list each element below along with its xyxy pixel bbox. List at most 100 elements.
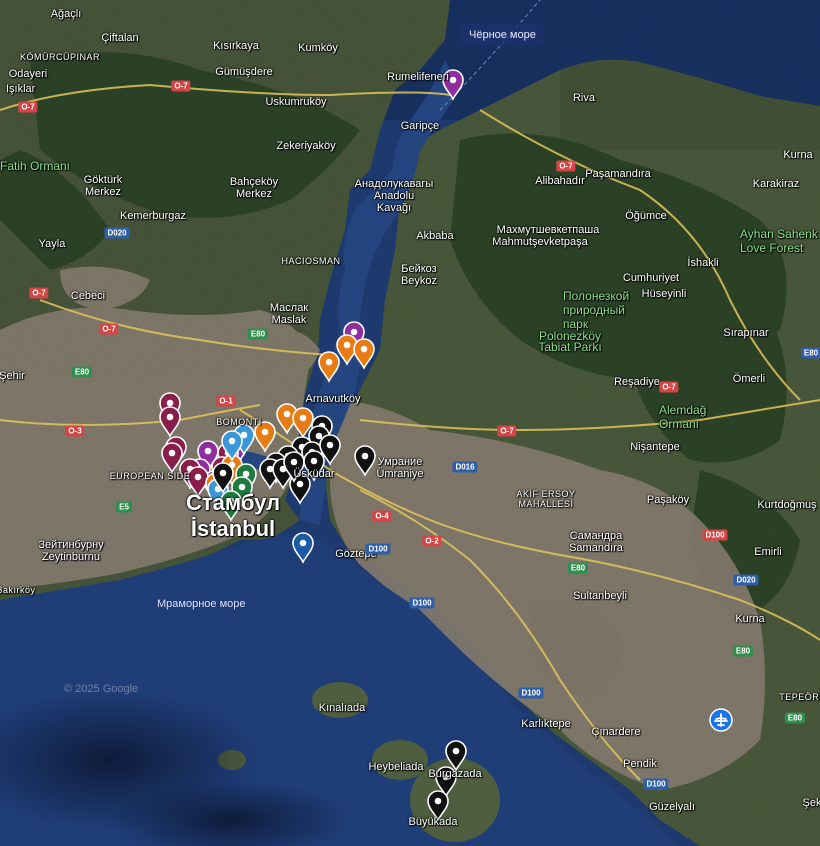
place-label: Ömerli <box>732 373 766 385</box>
place-label: Kavağı <box>376 202 412 214</box>
place-label: Маслак <box>269 302 309 314</box>
road-shield: D100 <box>409 597 435 609</box>
place-label: Beykoz <box>400 275 438 287</box>
place-label: Maslak <box>271 314 307 326</box>
place-label: Heybeliada <box>368 761 424 773</box>
place-label: Ağaçlı <box>50 8 82 20</box>
place-label: Merkez <box>84 186 122 198</box>
road-shield: O-4 <box>372 510 392 522</box>
place-label: Güzelyalı <box>649 801 695 813</box>
place-label: Alemdağ <box>659 403 707 417</box>
place-label: Fatih Ormanı <box>0 159 71 173</box>
place-label: Riva <box>572 92 596 104</box>
place-label: BOMONTİ <box>216 417 262 427</box>
place-label: Kurna <box>783 149 813 161</box>
place-label: Nişantepe <box>630 441 680 453</box>
place-label: Burgazada <box>428 768 482 780</box>
airplane-icon[interactable] <box>709 708 733 732</box>
place-label: Şehir <box>0 370 25 382</box>
road-shield: D016 <box>452 461 478 473</box>
road-shield: E5 <box>116 501 132 513</box>
place-label: Махмутшевкетпаша <box>496 224 600 236</box>
road-shield: O-7 <box>659 381 679 393</box>
place-label: Çiftalan <box>101 32 139 44</box>
road-shield: E80 <box>732 645 754 657</box>
place-label: Sırapınar <box>723 327 769 339</box>
city-label-tr: İstanbul <box>190 516 276 541</box>
place-label: İshakli <box>687 257 719 269</box>
place-label: Kısırkaya <box>213 40 259 52</box>
place-label: Gümüşdere <box>215 66 273 78</box>
city-label-ru: Стамбул <box>185 490 281 515</box>
road-shield: E80 <box>71 366 93 378</box>
place-label: Samandıra <box>569 542 623 554</box>
road-shield: E80 <box>567 562 589 574</box>
place-label: Merkez <box>235 188 273 200</box>
place-label: Şek <box>802 797 820 809</box>
road-shield: O-2 <box>422 535 442 547</box>
road-shield: D100 <box>365 543 391 555</box>
place-label: Paşamandıra <box>585 168 651 180</box>
place-label: Kınalıada <box>318 702 366 714</box>
place-label: HACIOSMAN <box>281 256 341 266</box>
place-label: Самандра <box>569 530 623 542</box>
place-label: Ümraniye <box>376 468 424 480</box>
place-label: Бейкоз <box>401 263 437 275</box>
road-shield: O-7 <box>29 287 49 299</box>
place-label: Mahmutşevketpaşa <box>492 236 588 248</box>
road-shield: D020 <box>104 227 130 239</box>
place-label: Зейтинбурну <box>38 539 104 551</box>
place-label: Alibahadır <box>535 175 585 187</box>
place-label: Üsküdar <box>293 468 335 480</box>
place-label: Uskumruköy <box>265 96 327 108</box>
place-label: Love Forest <box>740 241 804 255</box>
place-label: Öğümce <box>625 210 667 222</box>
place-label: Kurna <box>735 613 765 625</box>
place-label: AKİF ERSOY <box>516 489 576 499</box>
place-label: Akbaba <box>416 230 454 242</box>
black-sea-label: Чёрное море <box>462 24 543 46</box>
place-label: природный <box>563 303 625 317</box>
place-label: Умрание <box>377 456 423 468</box>
place-label: Paşaköy <box>646 494 690 506</box>
place-label: Reşadiye <box>614 376 660 388</box>
place-label: Cumhuriyet <box>622 272 680 284</box>
road-shield: D100 <box>702 529 728 541</box>
place-label: Hüseyinli <box>641 288 687 300</box>
place-label: Анадолукавагы <box>354 178 434 190</box>
road-shield: E80 <box>247 328 269 340</box>
place-label: Rumelifeneri <box>387 71 449 83</box>
place-label: Kemerburgaz <box>119 210 187 222</box>
place-label: Tabiat Parkı <box>538 340 602 354</box>
place-label: Çınardere <box>591 726 641 738</box>
place-label: Ayhan Sahenk <box>740 227 818 241</box>
road-shield: D020 <box>733 574 759 586</box>
place-label: Anadolu <box>373 190 415 202</box>
place-label: Bahçeköy <box>229 176 279 188</box>
google-watermark: © 2025 Google <box>64 683 139 695</box>
place-label: Karakiraz <box>752 178 800 190</box>
place-label: EUROPEAN SIDE <box>109 471 191 481</box>
place-label: Ormanı <box>659 417 700 431</box>
place-label: KÖMÜRCÜPINAR <box>19 52 101 62</box>
place-label: Arnavutköy <box>305 393 361 405</box>
road-shield: O-7 <box>497 425 517 437</box>
road-shield: O-3 <box>65 425 85 437</box>
place-label: Işıklar <box>6 83 36 95</box>
place-label: Zekeriyaköy <box>276 140 336 152</box>
place-label: Pendik <box>623 758 657 770</box>
place-label: Garipçe <box>400 120 440 132</box>
place-label: Kumköy <box>298 42 338 54</box>
place-label: Büyükada <box>408 816 458 828</box>
place-label: Odayeri <box>8 68 48 80</box>
road-shield: O-7 <box>18 101 38 113</box>
place-label: Karlıktepe <box>521 718 571 730</box>
road-shield: D100 <box>518 687 544 699</box>
place-label: Cebeci <box>70 290 106 302</box>
marmara-sea-label: Мраморное море <box>157 598 246 610</box>
place-label: Göktürk <box>83 174 123 186</box>
place-label: Zeytinburnu <box>41 551 101 563</box>
road-shield: O-7 <box>556 160 576 172</box>
road-shield: O-1 <box>216 395 236 407</box>
place-label: Emirli <box>754 546 782 558</box>
